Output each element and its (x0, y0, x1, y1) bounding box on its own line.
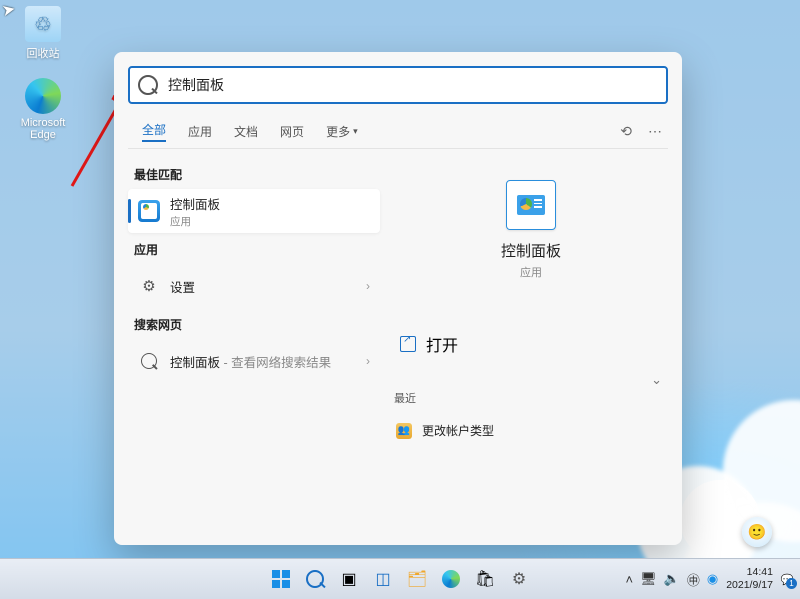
open-icon (400, 336, 416, 352)
taskbar-app-edge[interactable] (437, 565, 465, 593)
security-icon[interactable]: ◉ (707, 571, 718, 587)
result-title: 设置 (170, 277, 366, 296)
tab-apps[interactable]: 应用 (188, 123, 212, 140)
desktop-icon-label: Microsoft Edge (8, 117, 78, 141)
taskbar-app-settings[interactable]: ⚙ (505, 565, 533, 593)
section-search-web: 搜索网页 (134, 316, 380, 333)
result-web-search[interactable]: 控制面板 - 查看网络搜索结果 › (128, 339, 380, 383)
search-icon (306, 570, 324, 588)
control-panel-icon (138, 200, 160, 222)
user-accounts-icon: 👥 (396, 423, 412, 439)
gear-icon: ⚙ (138, 275, 160, 297)
start-button[interactable] (267, 565, 295, 593)
search-tabs: 全部 应用 文档 网页 更多 ▾ ⟲ ⋯ (142, 116, 662, 146)
mouse-cursor-icon: ➤ (0, 0, 17, 21)
preview-open-action[interactable]: 打开 (394, 326, 668, 362)
preview-title: 控制面板 (394, 240, 668, 261)
preview-expand-chevron[interactable]: ⌄ (651, 372, 662, 388)
search-icon (138, 350, 160, 372)
chevron-right-icon: › (366, 279, 370, 293)
chevron-down-icon: ▾ (353, 126, 358, 137)
gear-icon: ⚙ (512, 569, 526, 589)
search-box[interactable] (128, 66, 668, 104)
task-view-button[interactable]: ▣ (335, 565, 363, 593)
search-preview-pane: 控制面板 应用 打开 ⌄ 最近 👥 更改帐户类型 (394, 158, 668, 443)
task-view-icon: ▣ (341, 569, 356, 589)
control-panel-large-icon (506, 180, 556, 230)
tab-docs[interactable]: 文档 (234, 123, 258, 140)
recent-item-label: 更改帐户类型 (422, 422, 494, 439)
result-title: 控制面板 (170, 194, 370, 213)
taskbar-app-explorer[interactable]: 🗂 (403, 565, 431, 593)
edge-icon (25, 78, 61, 114)
notification-center-button[interactable]: 💬 (781, 573, 794, 586)
volume-icon[interactable]: 🔈 (664, 571, 680, 587)
edge-icon (442, 570, 460, 588)
notification-icon: 💬 (781, 574, 794, 586)
feedback-icon[interactable]: ⟲ (620, 123, 632, 140)
assistant-avatar[interactable]: 🙂 (742, 517, 772, 547)
preview-open-label: 打开 (426, 332, 458, 356)
widgets-button[interactable]: ◫ (369, 565, 397, 593)
tab-all[interactable]: 全部 (142, 121, 166, 142)
taskbar-app-store[interactable]: 🛍 (471, 565, 499, 593)
preview-recent-item[interactable]: 👥 更改帐户类型 (394, 418, 668, 443)
desktop-icon-recycle-bin[interactable]: ♲ 回收站 (8, 6, 78, 61)
result-app-settings[interactable]: ⚙ 设置 › (128, 264, 380, 308)
section-apps: 应用 (134, 241, 380, 258)
result-subtitle: 应用 (170, 214, 370, 229)
chevron-right-icon: › (366, 354, 370, 368)
more-options-icon[interactable]: ⋯ (648, 123, 662, 140)
search-input[interactable] (166, 76, 658, 94)
result-best-match-control-panel[interactable]: 控制面板 应用 (128, 189, 380, 233)
tab-more[interactable]: 更多 ▾ (326, 123, 358, 140)
taskbar-search-button[interactable] (301, 565, 329, 593)
system-tray[interactable]: ˄ 🖥 🔈 ㊥ ◉ (626, 570, 719, 589)
clock-date: 2021/9/17 (726, 579, 773, 592)
divider (128, 148, 668, 149)
desktop-icon-label: 回收站 (8, 45, 78, 61)
search-results-left: 最佳匹配 控制面板 应用 应用 ⚙ 设置 › 搜索网页 控制面板 - 查看网络搜… (128, 158, 380, 383)
network-icon[interactable]: 🖥 (640, 571, 657, 587)
desktop-icon-edge[interactable]: Microsoft Edge (8, 78, 78, 141)
taskbar: ▣ ◫ 🗂 🛍 ⚙ ˄ 🖥 🔈 ㊥ ◉ 14:41 2021/9/17 💬 (0, 558, 800, 599)
search-icon (138, 75, 158, 95)
result-title: 控制面板 - 查看网络搜索结果 (170, 352, 366, 371)
tab-web[interactable]: 网页 (280, 123, 304, 140)
widgets-icon: ◫ (375, 569, 390, 589)
taskbar-center: ▣ ◫ 🗂 🛍 ⚙ (267, 565, 533, 593)
taskbar-clock[interactable]: 14:41 2021/9/17 (726, 566, 773, 591)
store-icon: 🛍 (475, 569, 495, 589)
clock-time: 14:41 (726, 566, 773, 579)
tray-chevron-icon[interactable]: ˄ (626, 572, 634, 587)
preview-recent-label: 最近 (394, 390, 668, 406)
ime-icon[interactable]: ㊥ (687, 570, 700, 589)
taskbar-right: ˄ 🖥 🔈 ㊥ ◉ 14:41 2021/9/17 💬 (626, 566, 794, 591)
tab-more-label: 更多 (326, 123, 350, 140)
preview-subtitle: 应用 (394, 264, 668, 280)
folder-icon: 🗂 (407, 569, 427, 589)
recycle-bin-icon: ♲ (25, 6, 61, 42)
search-panel: 全部 应用 文档 网页 更多 ▾ ⟲ ⋯ 最佳匹配 控制面板 应用 应用 ⚙ 设… (114, 52, 682, 545)
section-best-match: 最佳匹配 (134, 166, 380, 183)
